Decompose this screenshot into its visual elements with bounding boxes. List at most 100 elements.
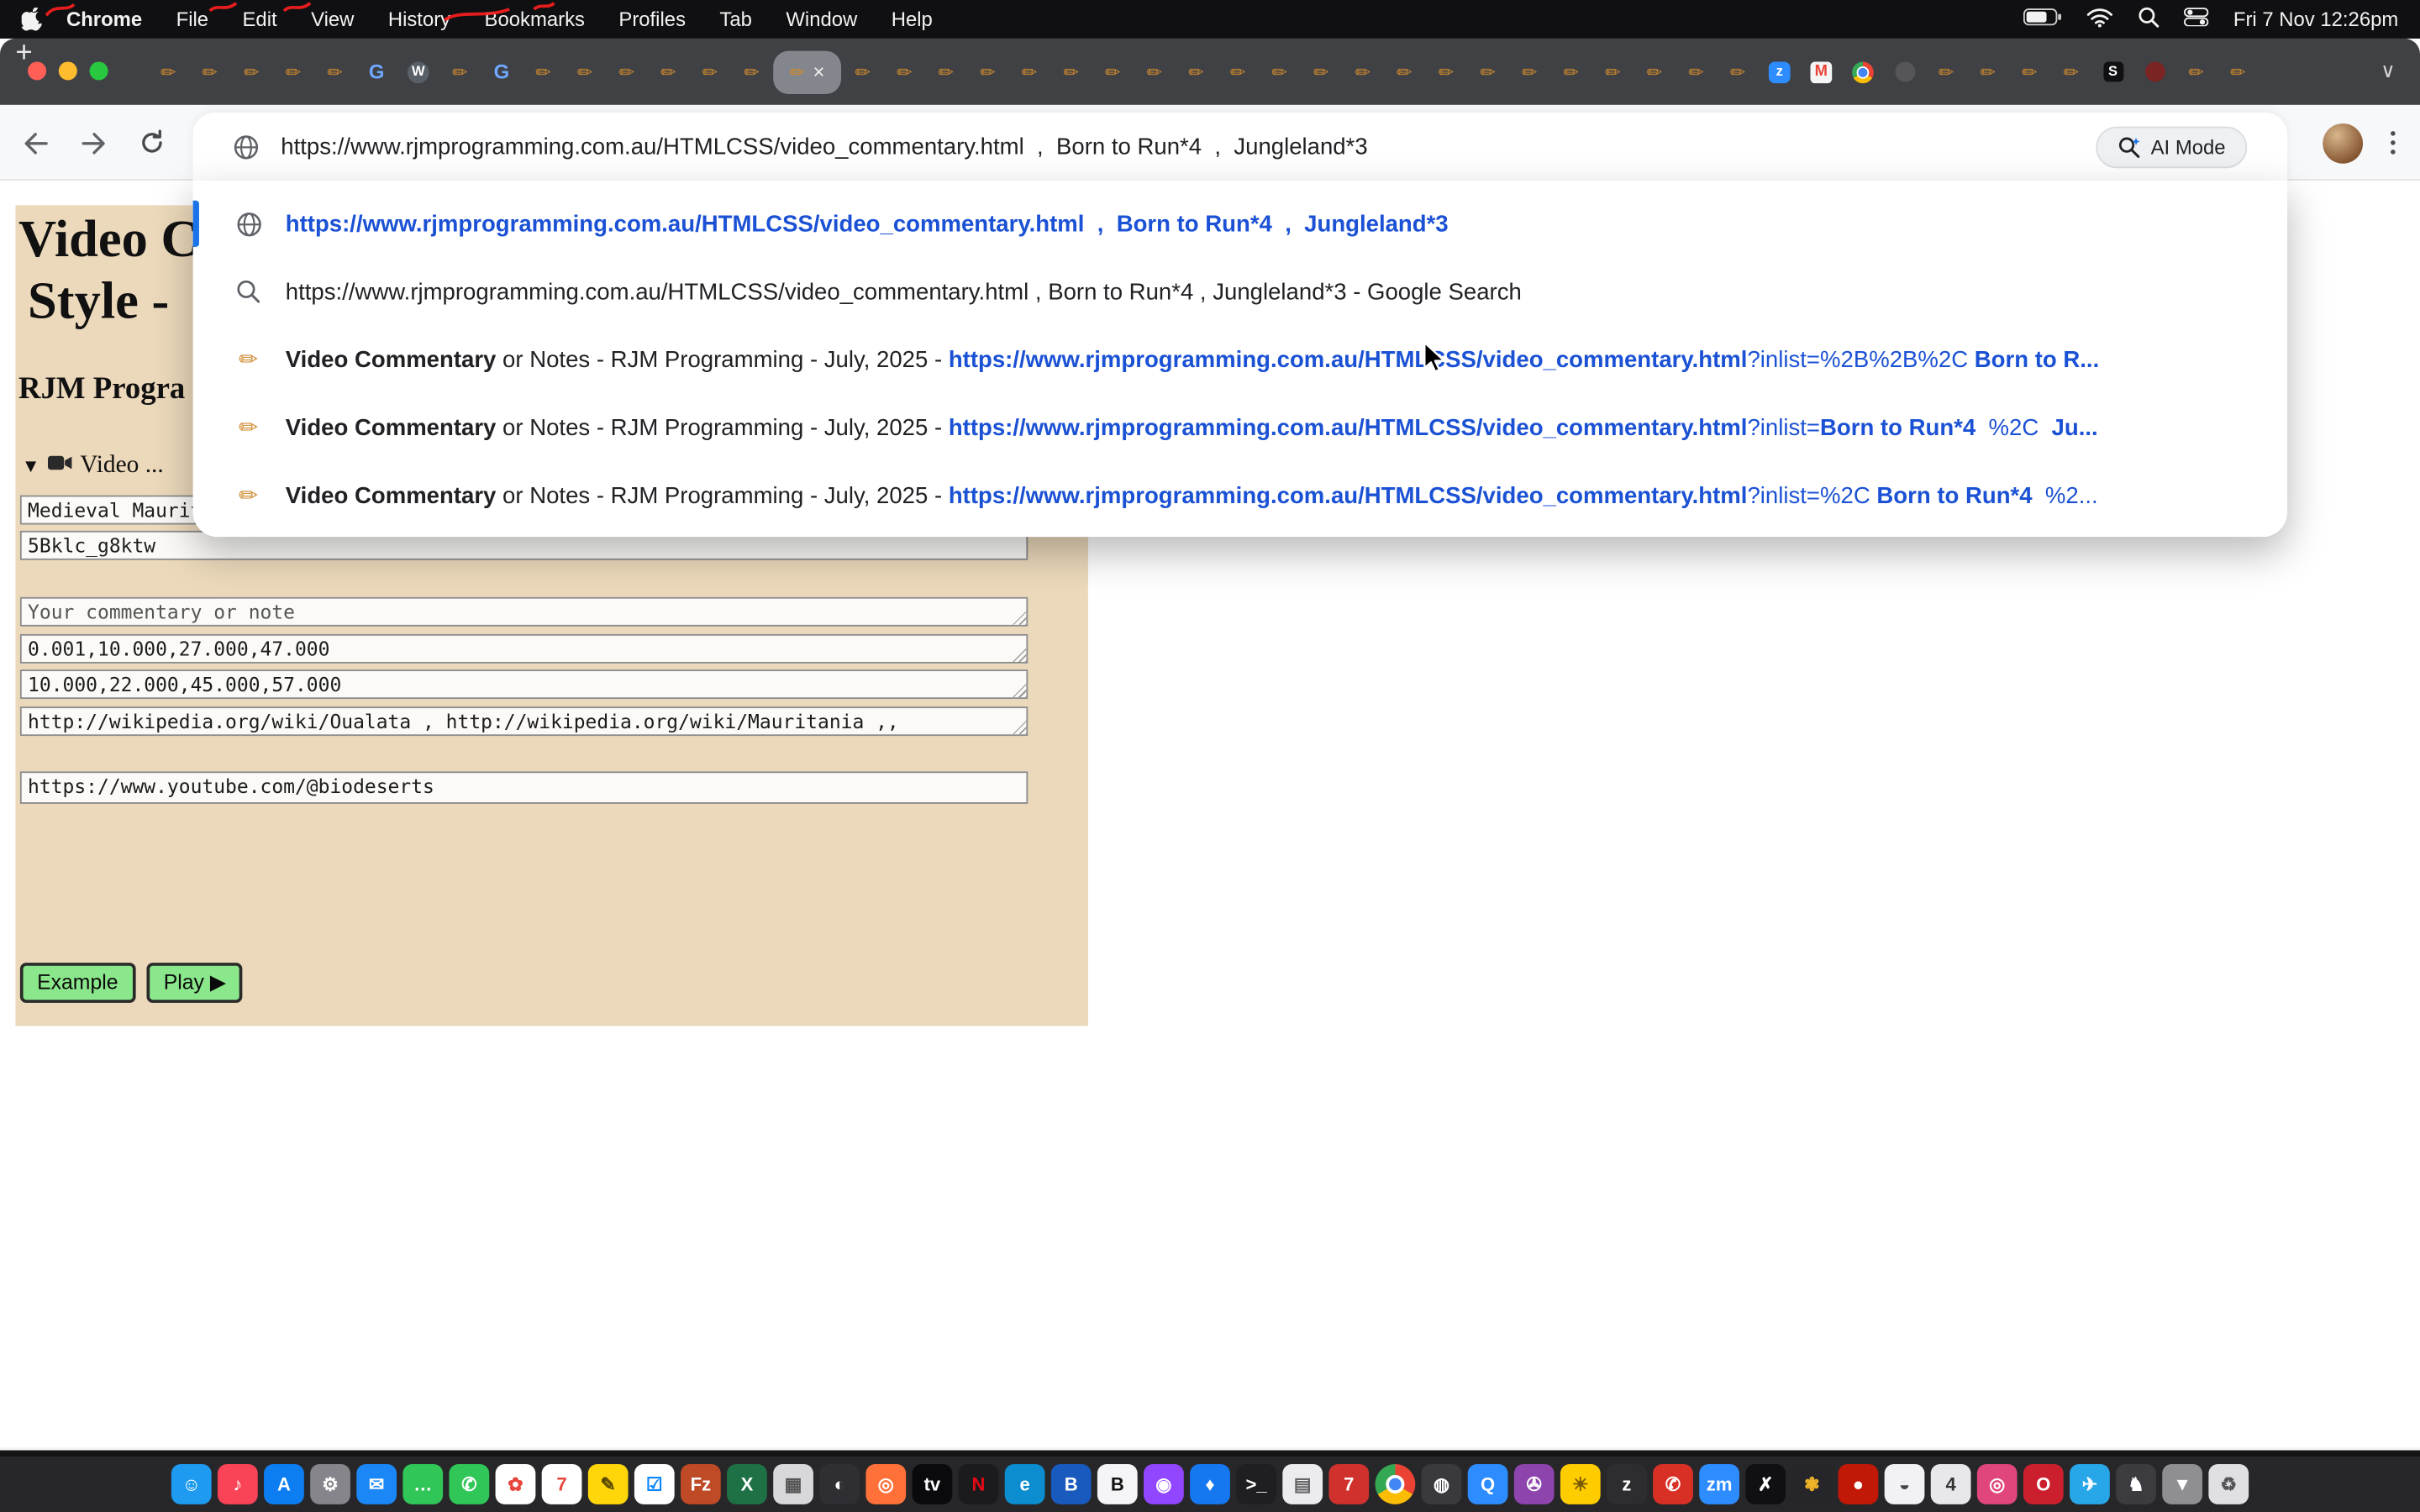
- disclosure-triangle-icon[interactable]: ▼: [22, 454, 40, 478]
- tab-pencil[interactable]: ✏: [148, 49, 188, 95]
- tab-pencil[interactable]: ✏: [1593, 49, 1634, 95]
- tab-pencil[interactable]: ✏: [1426, 49, 1466, 95]
- menu-help[interactable]: Help: [892, 8, 933, 31]
- suggestion-history-2[interactable]: ✏ Video Commentary or Notes - RJM Progra…: [193, 393, 2287, 461]
- tab-pencil[interactable]: ✏: [1176, 49, 1217, 95]
- video-details-summary[interactable]: ▼ Video ...: [22, 452, 164, 480]
- example-button[interactable]: Example: [20, 963, 135, 1003]
- tab-pencil[interactable]: ✏: [968, 49, 1008, 95]
- browser-menu-button[interactable]: [2385, 125, 2402, 160]
- url-text[interactable]: https://www.rjmprogramming.com.au/HTMLCS…: [281, 134, 2095, 160]
- dock-photos-icon[interactable]: ✿: [496, 1464, 536, 1504]
- battery-icon[interactable]: [2023, 8, 2062, 31]
- tab-pencil[interactable]: ✏: [884, 49, 924, 95]
- dock-opera-icon[interactable]: O: [2023, 1464, 2064, 1504]
- dock-excel-icon[interactable]: X: [727, 1464, 767, 1504]
- menu-view[interactable]: View: [311, 8, 354, 31]
- tab-chrome[interactable]: [1843, 49, 1883, 95]
- dock-settings-icon[interactable]: ⚙: [310, 1464, 350, 1504]
- tab-pencil[interactable]: ✏: [2009, 49, 2049, 95]
- tab-pencil[interactable]: ✏: [1051, 49, 1092, 95]
- dock-terminal-icon[interactable]: >_: [1236, 1464, 1276, 1504]
- dock-mail-icon[interactable]: ✉: [356, 1464, 397, 1504]
- dock-seven-app-icon[interactable]: 7: [1328, 1464, 1369, 1504]
- tab-pencil[interactable]: ✏: [273, 49, 313, 95]
- dock-chrome-icon[interactable]: [1376, 1464, 1416, 1504]
- menu-history[interactable]: History: [388, 8, 450, 31]
- tab-pencil[interactable]: ✏: [1301, 49, 1341, 95]
- tab-pencil[interactable]: ✏: [1926, 49, 1966, 95]
- dock-calendar-icon[interactable]: 7: [542, 1464, 582, 1504]
- dock-reminders-icon[interactable]: ☑: [634, 1464, 675, 1504]
- suggestion-history-3[interactable]: ✏ Video Commentary or Notes - RJM Progra…: [193, 461, 2287, 529]
- tab-pencil[interactable]: ✏: [1092, 49, 1133, 95]
- dock-finder-icon[interactable]: ☺: [171, 1464, 212, 1504]
- start-times-field[interactable]: 0.001,10.000,27.000,47.000: [20, 634, 1028, 664]
- dock-chess-app-icon[interactable]: ♞: [2116, 1464, 2156, 1504]
- dock-paw-app-icon[interactable]: ❃: [1791, 1464, 1832, 1504]
- tab-pencil[interactable]: ✏: [2051, 49, 2091, 95]
- dock-zoom-icon[interactable]: zm: [1699, 1464, 1739, 1504]
- youtube-channel-field[interactable]: https://www.youtube.com/@biodeserts: [20, 771, 1028, 804]
- zoom-window-button[interactable]: [90, 61, 108, 80]
- close-window-button[interactable]: [28, 61, 46, 80]
- tab-pencil[interactable]: ✏: [1551, 49, 1591, 95]
- dock-filezilla-icon[interactable]: Fz: [681, 1464, 721, 1504]
- tab-pencil[interactable]: ✏: [1134, 49, 1175, 95]
- tab-search-chevron-icon[interactable]: ∨: [2381, 59, 2395, 83]
- dock-messages-icon[interactable]: …: [402, 1464, 443, 1504]
- tab-pencil[interactable]: ✏: [1385, 49, 1425, 95]
- dock-blue-app-icon[interactable]: ♦: [1190, 1464, 1230, 1504]
- dock-four-app-icon[interactable]: 4: [1931, 1464, 1971, 1504]
- dock-notes-app-icon[interactable]: ▤: [1282, 1464, 1323, 1504]
- wiki-links-field[interactable]: http://wikipedia.org/wiki/Oualata , http…: [20, 706, 1028, 736]
- menu-profiles[interactable]: Profiles: [618, 8, 686, 31]
- tab-pencil[interactable]: ✏: [315, 49, 355, 95]
- tab-dark[interactable]: [1885, 49, 1925, 95]
- tab-pencil[interactable]: ✏: [732, 49, 772, 95]
- dock-firefox-icon[interactable]: ◎: [865, 1464, 906, 1504]
- ai-mode-button[interactable]: AI Mode: [2096, 126, 2248, 168]
- dock-apple-tv-icon[interactable]: tv: [913, 1464, 953, 1504]
- tab-pencil[interactable]: ✏: [926, 49, 966, 95]
- tab-pencil[interactable]: ✏: [232, 49, 272, 95]
- dock-red-call-app-icon[interactable]: ✆: [1653, 1464, 1693, 1504]
- tab-google[interactable]: G: [356, 49, 397, 95]
- tab-close-icon[interactable]: ×: [813, 61, 824, 81]
- dock-netflix-icon[interactable]: N: [959, 1464, 999, 1504]
- dock-trash-icon[interactable]: ♻: [2208, 1464, 2249, 1504]
- dock-light-app-icon[interactable]: ◒: [1885, 1464, 1925, 1504]
- end-times-field[interactable]: 10.000,22.000,45.000,57.000: [20, 669, 1028, 699]
- minimize-window-button[interactable]: [59, 61, 77, 80]
- tab-gmail[interactable]: M: [1801, 49, 1841, 95]
- tab-pencil[interactable]: ✏: [1634, 49, 1675, 95]
- menu-edit[interactable]: Edit: [243, 8, 277, 31]
- dock-word-icon[interactable]: B: [1051, 1464, 1092, 1504]
- dock-downloads-icon[interactable]: ▼: [2162, 1464, 2202, 1504]
- play-button[interactable]: Play ▶: [146, 963, 243, 1003]
- profile-avatar[interactable]: [2323, 123, 2363, 163]
- tab-pencil[interactable]: ✏: [690, 49, 730, 95]
- back-button[interactable]: [22, 130, 50, 155]
- tab-pencil[interactable]: ✏: [565, 49, 605, 95]
- tab-zoom[interactable]: z: [1760, 49, 1800, 95]
- suggestion-url[interactable]: https://www.rjmprogramming.com.au/HTMLCS…: [193, 190, 2287, 258]
- dock-facetime-icon[interactable]: ✆: [449, 1464, 489, 1504]
- dock-red-app-icon[interactable]: ●: [1839, 1464, 1879, 1504]
- menu-bookmarks[interactable]: Bookmarks: [485, 8, 585, 31]
- tab-pencil[interactable]: ✏: [1676, 49, 1717, 95]
- tab-pencil[interactable]: ✏: [1718, 49, 1758, 95]
- tab-pencil[interactable]: ✏: [1468, 49, 1508, 95]
- tab-pencil[interactable]: ✏: [1260, 49, 1300, 95]
- wifi-icon[interactable]: [2086, 7, 2112, 31]
- tab-pencil[interactable]: ✏: [1968, 49, 2008, 95]
- dock-x-app-icon[interactable]: ✗: [1745, 1464, 1786, 1504]
- tab-sbadge[interactable]: S: [2093, 49, 2133, 95]
- menubar-clock[interactable]: Fri 7 Nov 12:26pm: [2233, 8, 2398, 31]
- control-center-icon[interactable]: [2184, 8, 2208, 31]
- tab-google[interactable]: G: [481, 49, 522, 95]
- dock-yellow-app-icon[interactable]: ☀: [1560, 1464, 1601, 1504]
- suggestion-search[interactable]: https://www.rjmprogramming.com.au/HTMLCS…: [193, 258, 2287, 326]
- dock-pink-app-icon[interactable]: ◎: [1977, 1464, 2018, 1504]
- dock-bold-app-icon[interactable]: B: [1097, 1464, 1138, 1504]
